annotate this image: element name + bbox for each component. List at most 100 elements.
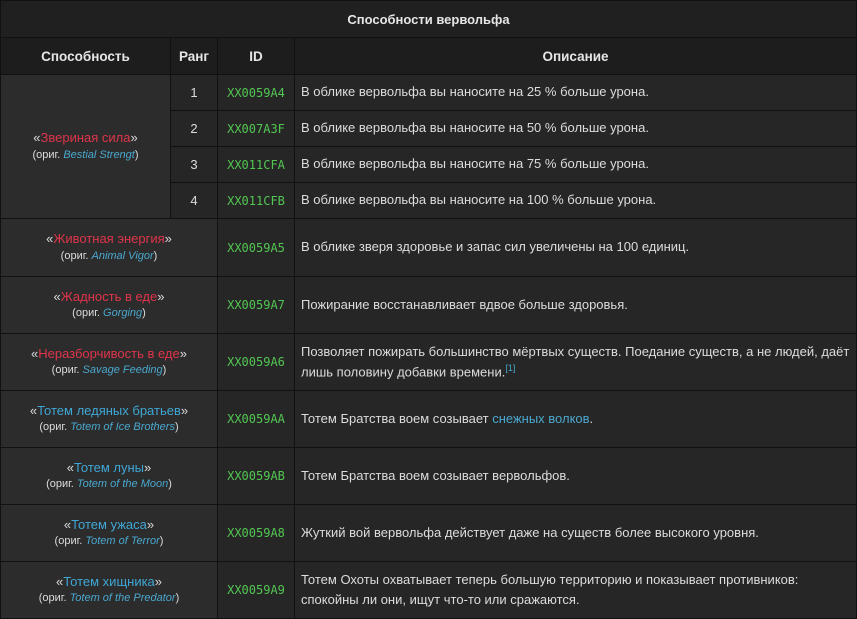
form-id: XX011CFB	[217, 182, 295, 219]
quote-close: »	[180, 402, 189, 418]
description-text: В облике зверя здоровье и запас сил увел…	[301, 239, 690, 255]
form-id-prefix: XX	[227, 85, 242, 100]
form-id: XX0059A6	[217, 333, 295, 391]
ability-original-name: (ориг. Bestial Strengt)	[32, 148, 139, 161]
form-id: XX0059A9	[217, 561, 295, 619]
footnote-link[interactable]: [1]	[505, 363, 515, 373]
description-cell: В облике вервольфа вы наносите на 25 % б…	[294, 74, 857, 111]
ability-original-name: (ориг. Totem of Ice Brothers)	[39, 421, 179, 434]
ability-name: «Тотем хищника»	[7, 573, 211, 592]
form-id-prefix: XX	[227, 240, 242, 255]
description-cell: Тотем Охоты охватывает теперь большую те…	[294, 561, 857, 619]
table-row: «Неразборчивость в еде» (ориг. Savage Fee…	[0, 333, 857, 391]
description-cell: В облике вервольфа вы наносите на 50 % б…	[294, 110, 857, 147]
ability-name-en-link[interactable]: Savage Feeding	[83, 364, 163, 376]
quote-open: «	[53, 288, 61, 304]
table-row: «Звериная сила» (ориг. Bestial Strengt) 1 X…	[0, 74, 857, 219]
form-id-prefix: XX	[227, 355, 242, 369]
description-text: Позволяет пожирать большинство мёртвых с…	[301, 343, 850, 380]
form-id-code: 011CFB	[241, 193, 285, 208]
ability-name-en-link[interactable]: Gorging	[103, 307, 142, 319]
ability-name-link[interactable]: Тотем ледяных братьев	[37, 403, 181, 418]
ability-name: «Жадность в еде»	[7, 288, 211, 307]
ability-name: «Тотем ледяных братьев»	[7, 402, 211, 421]
form-id-code: 0059A4	[241, 85, 285, 100]
ability-name-link[interactable]: Животная энергия	[53, 231, 164, 246]
ability-name-link[interactable]: Тотем хищника	[63, 574, 155, 589]
ability-original-name: (ориг. Gorging)	[72, 307, 146, 320]
form-id: XX0059A7	[217, 276, 295, 334]
header-rank: Ранг	[170, 37, 218, 75]
quote-close: »	[157, 288, 165, 304]
form-id: XX0059AA	[217, 390, 295, 448]
form-id-code: 0059AB	[241, 469, 285, 483]
form-id-prefix: XX	[227, 526, 242, 540]
form-id-prefix: XX	[227, 157, 242, 172]
ability-name-link[interactable]: Неразборчивость в еде	[38, 346, 180, 361]
form-id: XX0059AB	[217, 447, 295, 505]
quote-close: »	[154, 573, 163, 589]
ability-cell: «Неразборчивость в еде» (ориг. Savage Fee…	[0, 333, 218, 391]
ability-name-link[interactable]: Тотем ужаса	[71, 517, 147, 532]
form-id-code: 007A3F	[241, 121, 285, 136]
ability-cell: «Жадность в еде» (ориг. Gorging)	[0, 276, 218, 334]
form-id-code: 0059A9	[241, 583, 285, 597]
description-text: Пожирание восстанавливает вдвое больше з…	[301, 296, 628, 312]
description-cell: Тотем Братства воем созывает снежных вол…	[294, 390, 857, 448]
quote-close: »	[179, 345, 187, 361]
ability-name-en-link[interactable]: Totem of the Predator	[70, 592, 176, 604]
description-cell: Жуткий вой вервольфа действует даже на с…	[294, 504, 857, 562]
form-id-code: 0059A7	[241, 298, 285, 312]
description-cell: В облике вервольфа вы наносите на 100 % …	[294, 182, 857, 219]
header-id: ID	[217, 37, 295, 75]
ability-name-en-link[interactable]: Totem of Terror	[85, 535, 159, 547]
quote-open: «	[33, 130, 41, 146]
ability-name: «Тотем луны»	[7, 459, 211, 478]
ability-cell: «Тотем ужаса» (ориг. Totem of Terror)	[0, 504, 218, 562]
header-ability: Способность	[0, 37, 171, 75]
table-title: Способности вервольфа	[0, 0, 857, 38]
orig-label: ориг.	[36, 148, 61, 161]
orig-label: ориг.	[42, 592, 67, 605]
table-row: «Тотем ужаса» (ориг. Totem of Terror) XX00…	[0, 504, 857, 562]
ability-cell: «Животная энергия» (ориг. Animal Vigor)	[0, 218, 218, 277]
ability-name: «Животная энергия»	[7, 230, 211, 249]
form-id: XX0059A4	[217, 74, 295, 111]
form-id-prefix: XX	[227, 121, 242, 136]
orig-label: ориг.	[75, 307, 100, 320]
ability-name: «Неразборчивость в еде»	[7, 345, 211, 364]
form-id-prefix: XX	[227, 193, 242, 208]
ability-cell: «Тотем ледяных братьев» (ориг. Totem of I…	[0, 390, 218, 448]
orig-label: ориг.	[43, 421, 68, 434]
rank-cell: 3	[170, 146, 218, 183]
form-id-prefix: XX	[227, 583, 242, 597]
ability-cell: «Звериная сила» (ориг. Bestial Strengt)	[0, 74, 171, 219]
description-text: Тотем Братства воем созывает	[301, 410, 493, 426]
orig-label: ориг.	[55, 364, 80, 377]
ability-name-en-link[interactable]: Totem of the Moon	[77, 478, 168, 490]
orig-label: ориг.	[64, 249, 89, 262]
form-id-code: 0059AA	[241, 412, 285, 426]
rank-cell: 1	[170, 74, 218, 111]
form-id: XX011CFA	[217, 146, 295, 183]
form-id-prefix: XX	[227, 412, 242, 426]
quote-close: »	[164, 231, 172, 247]
orig-label: ориг.	[49, 478, 74, 491]
rank-cell: 2	[170, 110, 218, 147]
ability-name: «Звериная сила»	[7, 129, 164, 148]
ability-name-link[interactable]: Тотем луны	[74, 460, 144, 475]
ability-name-en-link[interactable]: Animal Vigor	[92, 250, 154, 262]
ability-original-name: (ориг. Savage Feeding)	[51, 364, 167, 377]
ability-name-en-link[interactable]: Bestial Strengt	[63, 149, 135, 161]
description-text: Тотем Братства воем созывает вервольфов.	[301, 467, 570, 483]
description-link[interactable]: снежных волков	[492, 411, 589, 426]
ability-cell: «Тотем луны» (ориг. Totem of the Moon)	[0, 447, 218, 505]
description-text-end: .	[589, 410, 594, 426]
ability-name-link[interactable]: Звериная сила	[41, 130, 131, 145]
form-id-prefix: XX	[227, 298, 242, 312]
rank-cell: 4	[170, 182, 218, 219]
ability-name-en-link[interactable]: Totem of Ice Brothers	[70, 421, 175, 433]
form-id-code: 0059A5	[241, 240, 285, 255]
form-id: XX0059A5	[217, 218, 295, 277]
ability-name-link[interactable]: Жадность в еде	[61, 289, 158, 304]
